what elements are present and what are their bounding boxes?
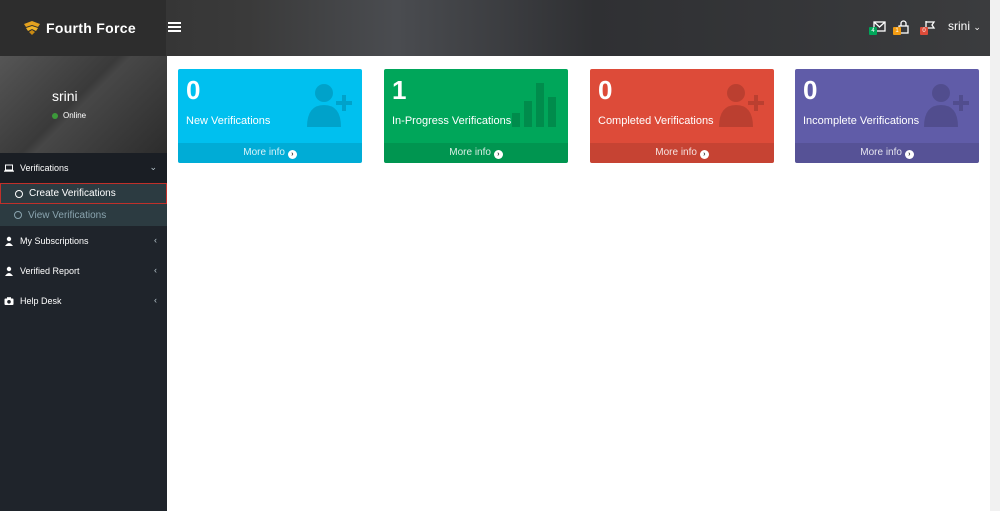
tasks-notification-button[interactable]: 1 [893,19,911,35]
messages-notification-button[interactable]: 4 [869,19,887,35]
circle-icon [15,189,23,198]
sidebar-item-label: Verified Report [20,266,80,276]
user-status: Online [52,111,86,120]
tasks-count-badge: 1 [893,27,901,35]
more-info-link[interactable]: More info › [178,143,362,163]
alerts-notification-button[interactable]: 0 [920,19,938,35]
box-count: 0 [803,75,818,105]
more-info-link[interactable]: More info › [795,143,979,163]
box-count: 1 [392,75,407,105]
more-info-label: More info [243,147,285,158]
box-count: 0 [598,75,613,105]
arrow-circle-right-icon: › [699,150,709,159]
sidebar-subitem-label: Create Verifications [29,188,116,199]
user-plus-icon [719,84,764,127]
brand-logo-link[interactable]: Fourth Force [0,0,166,56]
brand-name: Fourth Force [46,20,136,36]
bar-chart-icon [512,83,556,127]
completed-verifications-box: 0 Completed Verifications More info › [590,69,774,163]
user-panel: srini Online [0,56,167,153]
top-header: Fourth Force 4 1 0 srini ⌄ [0,0,990,56]
in-progress-verifications-box: 1 In-Progress Verifications More info › [384,69,568,163]
sidebar-item-label: My Subscriptions [20,236,89,246]
user-icon [4,266,14,276]
sidebar-item-verifications[interactable]: Verifications ⌄ [0,153,167,183]
sidebar-toggle-button[interactable] [168,22,181,34]
user-account-menu[interactable]: srini ⌄ [948,19,981,33]
arrow-circle-right-icon: › [904,150,914,159]
chevron-left-icon: ‹ [154,265,157,275]
brand-logo-icon [24,21,40,35]
user-plus-icon [924,84,969,127]
header-username: srini [948,19,971,33]
alerts-count-badge: 0 [920,27,928,35]
sidebar-item-help-desk[interactable]: Help Desk ‹ [0,286,167,316]
more-info-label: More info [655,147,697,158]
more-info-label: More info [449,147,491,158]
sidebar-subitem-create-verifications[interactable]: Create Verifications [0,183,167,204]
page-scrollbar[interactable] [990,0,1000,511]
box-label: Incomplete Verifications [803,115,920,127]
sidebar-subitem-label: View Verifications [28,209,107,221]
laptop-icon [4,163,14,173]
arrow-circle-right-icon: › [493,150,503,159]
chevron-down-icon: ⌄ [973,22,981,32]
box-label: In-Progress Verifications [392,115,512,127]
incomplete-verifications-box: 0 Incomplete Verifications More info › [795,69,979,163]
sidebar-item-label: Verifications [20,163,69,173]
circle-icon [14,211,22,219]
camera-icon [4,296,14,306]
verifications-submenu: Create Verifications View Verifications [0,183,167,226]
sidebar-item-verified-report[interactable]: Verified Report ‹ [0,256,167,286]
sidebar-item-label: Help Desk [20,296,62,306]
more-info-link[interactable]: More info › [384,143,568,163]
user-plus-icon [307,84,352,127]
box-label: New Verifications [186,115,271,127]
chevron-down-icon: ⌄ [149,162,157,172]
arrow-circle-right-icon: › [287,150,297,159]
user-panel-name: srini [52,88,78,104]
sidebar-item-my-subscriptions[interactable]: My Subscriptions ‹ [0,226,167,256]
new-verifications-box: 0 New Verifications More info › [178,69,362,163]
box-label: Completed Verifications [598,115,714,127]
online-dot-icon [52,112,58,119]
more-info-link[interactable]: More info › [590,143,774,163]
chevron-left-icon: ‹ [154,295,157,305]
user-icon [4,236,14,246]
user-status-text: Online [63,111,87,120]
more-info-label: More info [860,147,902,158]
sidebar-subitem-view-verifications[interactable]: View Verifications [0,204,167,226]
sidebar: srini Online Verifications ⌄ Create Veri… [0,56,167,511]
chevron-left-icon: ‹ [154,235,157,245]
messages-count-badge: 4 [869,27,877,35]
box-count: 0 [186,75,201,105]
